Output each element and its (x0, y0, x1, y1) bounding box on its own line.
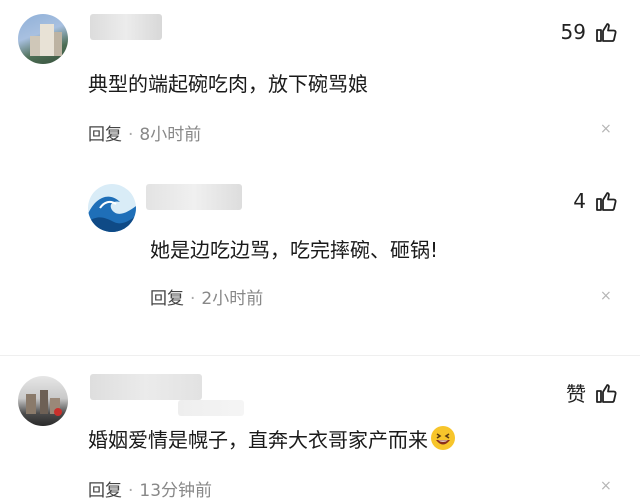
street-avatar-icon (26, 390, 62, 416)
thumbs-up-icon (596, 192, 617, 211)
divider (0, 355, 640, 356)
avatar[interactable] (18, 14, 68, 64)
comment-reply: 4 她是边吃边骂，吃完摔碗、砸锅! 回复 · 2小时前 × (0, 170, 640, 350)
username-blurred (90, 374, 202, 400)
like-button[interactable]: 59 (561, 20, 618, 44)
comment-meta: 回复 · 8小时前 (88, 120, 201, 145)
grinning-face-icon (430, 425, 456, 456)
separator: · (128, 125, 134, 145)
thumbs-up-icon (596, 23, 617, 42)
reply-button[interactable]: 回复 (88, 481, 122, 501)
thumbs-up-icon (596, 383, 617, 403)
avatar[interactable] (18, 376, 68, 426)
username-blurred (146, 184, 242, 210)
comment-text-content: 婚姻爱情是幌子，直奔大衣哥家产而来 (88, 428, 428, 452)
comment-meta: 回复 · 13分钟前 (88, 476, 212, 501)
close-icon[interactable]: × (600, 288, 612, 304)
like-button[interactable]: 4 (573, 189, 618, 213)
close-icon[interactable]: × (600, 121, 612, 137)
username-blurred (90, 14, 162, 40)
timestamp: 13分钟前 (139, 481, 213, 501)
separator: · (128, 481, 134, 501)
comment-text: 典型的端起碗吃肉，放下碗骂娘 (88, 72, 368, 96)
like-count: 4 (573, 189, 586, 213)
comment-text: 她是边吃边骂，吃完摔碗、砸锅! (150, 238, 439, 262)
comment-1: 59 典型的端起碗吃肉，放下碗骂娘 回复 · 8小时前 × (0, 0, 640, 160)
like-button[interactable]: 赞 (566, 378, 618, 407)
separator: · (190, 289, 196, 309)
timestamp: 8小时前 (139, 125, 202, 145)
username-blurred-2 (178, 400, 244, 416)
timestamp: 2小时前 (201, 289, 264, 309)
reply-button[interactable]: 回复 (150, 289, 184, 309)
comment-text: 婚姻爱情是幌子，直奔大衣哥家产而来 (88, 424, 456, 456)
comment-3: 赞 婚姻爱情是幌子，直奔大衣哥家产而来 回复 · 13分钟前 × (0, 360, 640, 501)
avatar[interactable] (88, 184, 136, 232)
comment-meta: 回复 · 2小时前 (150, 284, 263, 309)
building-avatar-icon (30, 24, 62, 56)
like-label: 赞 (566, 382, 586, 406)
close-icon[interactable]: × (600, 478, 612, 494)
wave-avatar-icon (88, 196, 136, 232)
reply-button[interactable]: 回复 (88, 125, 122, 145)
like-count: 59 (560, 20, 586, 44)
